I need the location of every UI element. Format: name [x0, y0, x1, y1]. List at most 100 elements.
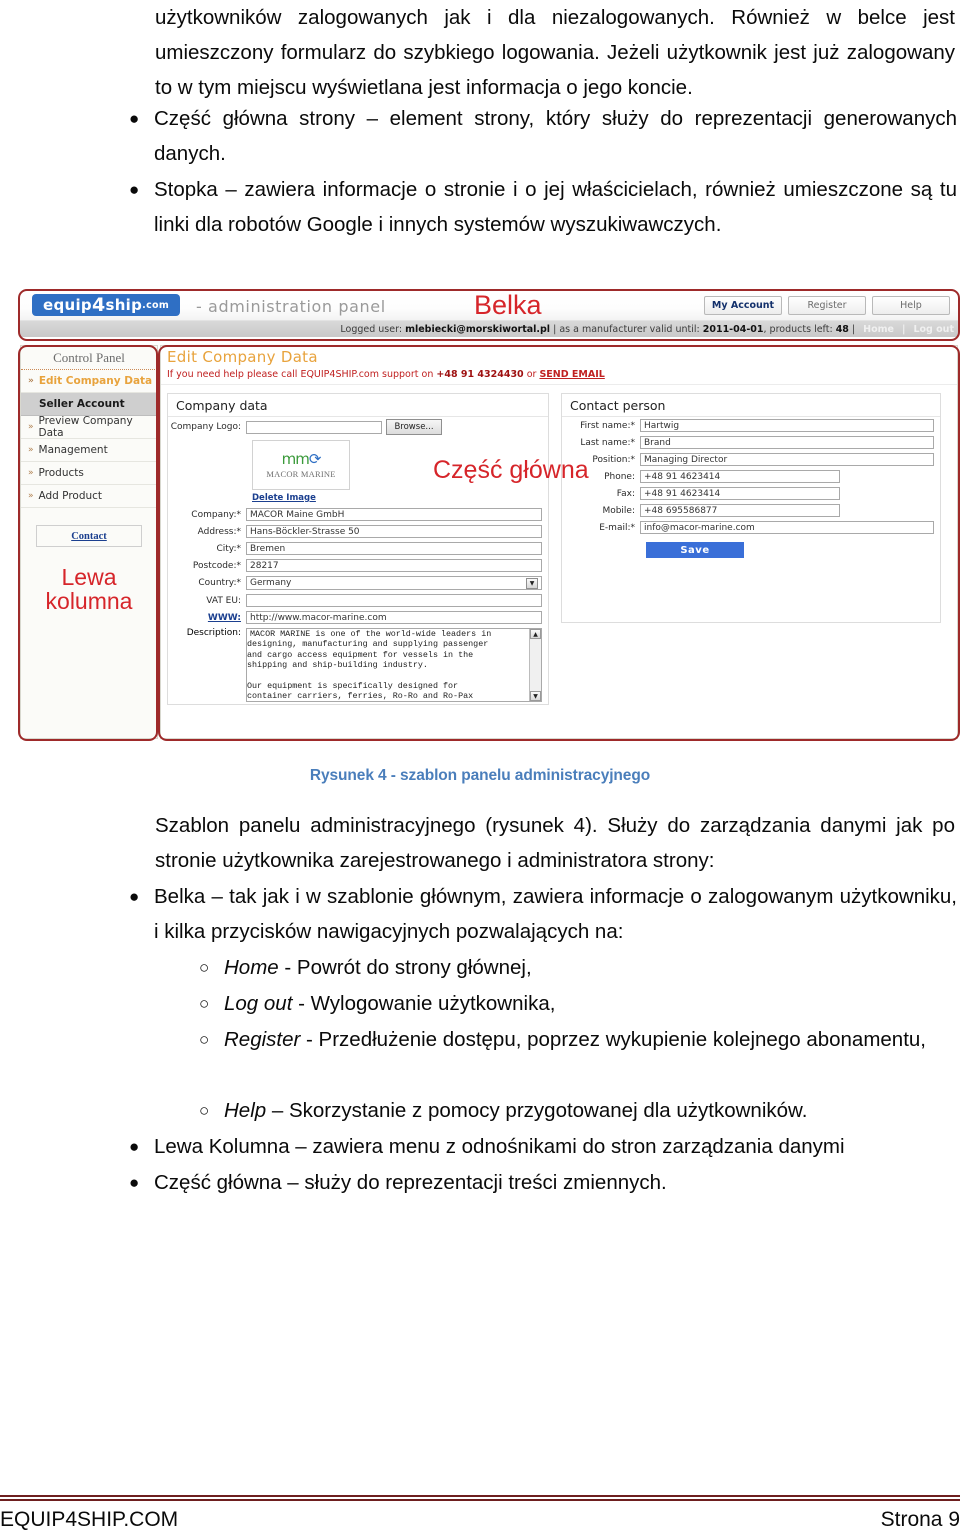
left-column-menu: Control Panel » Edit Company Data Seller…: [20, 345, 158, 739]
www-label-link[interactable]: WWW:: [168, 613, 246, 623]
company-data-legend: Company data: [168, 394, 548, 417]
description-value: MACOR MARINE is one of the world-wide le…: [247, 629, 492, 702]
logo-part2: 4: [91, 294, 106, 316]
field-label: VAT EU:: [206, 595, 241, 606]
address-input[interactable]: Hans-Böckler-Strasse 50: [246, 525, 542, 538]
browse-button[interactable]: Browse...: [386, 419, 442, 435]
annotation-label-lewa-kolumna: Lewa kolumna: [45, 564, 133, 615]
field-row-postcode: Postcode:* 28217: [168, 557, 548, 574]
field-row-mobile: Mobile: +48 695586877: [562, 502, 940, 519]
postcode-input[interactable]: 28217: [246, 559, 542, 572]
products-left-label: , products left:: [763, 323, 833, 335]
my-account-button[interactable]: My Account: [704, 296, 782, 315]
field-row-city: City:* Bremen: [168, 540, 548, 557]
home-link[interactable]: Home: [863, 324, 894, 335]
company-logo-input[interactable]: [246, 420, 382, 434]
phone-input[interactable]: +48 91 4623414: [640, 470, 840, 483]
field-label: Postcode:*: [192, 560, 241, 571]
logout-link[interactable]: Log out: [913, 324, 954, 335]
bullet-marker: ●: [129, 109, 140, 128]
field-row-phone: Phone: +48 91 4623414: [562, 468, 940, 485]
field-row-country: Country:* Germany ▼: [168, 574, 548, 592]
bullet-text: Część główna strony – element strony, kt…: [154, 107, 957, 165]
logged-user-statusbar: Logged user: mlebiecki@morskiwortal.pl |…: [20, 321, 958, 337]
help-button[interactable]: Help: [872, 296, 950, 315]
register-button[interactable]: Register: [788, 296, 866, 315]
scroll-up-icon[interactable]: ▲: [530, 629, 541, 639]
save-button[interactable]: Save: [646, 542, 744, 558]
validity-text: | as a manufacturer valid until:: [553, 323, 700, 335]
field-row-first-name: First name:* Hartwig: [562, 417, 940, 434]
scroll-down-icon[interactable]: ▼: [530, 691, 541, 701]
control-panel-heading: Control Panel: [21, 350, 157, 370]
paragraph-after-figure: Szablon panelu administracyjnego (rysune…: [155, 814, 955, 872]
sidebar-item-management[interactable]: » Management: [21, 439, 157, 462]
sidebar-item-label: Management: [38, 444, 108, 456]
field-label: Country:*: [198, 578, 241, 588]
www-input[interactable]: http://www.macor-marine.com: [246, 611, 542, 624]
first-name-input[interactable]: Hartwig: [640, 419, 934, 432]
vat-eu-input[interactable]: [246, 594, 542, 607]
last-name-input[interactable]: Brand: [640, 436, 934, 449]
sidebar-item-seller-account[interactable]: Seller Account: [21, 393, 157, 416]
country-select[interactable]: Germany ▼: [246, 576, 542, 590]
sidebar-item-add-product[interactable]: » Add Product: [21, 485, 157, 508]
sidebar-item-preview-company-data[interactable]: » Preview Company Data: [21, 415, 157, 439]
city-input[interactable]: Bremen: [246, 542, 542, 555]
chevron-right-icon: »: [28, 445, 34, 455]
field-row-position: Position:* Managing Director: [562, 451, 940, 468]
figure-admin-panel-screenshot: equip 4 ship .com - administration panel My…: [8, 287, 960, 743]
company-name-input[interactable]: MACOR Maine GmbH: [246, 508, 542, 521]
sub-bullet-text: Help – Skorzystanie z pomocy przygotowan…: [224, 1093, 960, 1128]
valid-until-date: 2011-04-01: [702, 323, 764, 335]
sub-bullet-item: ○ Register - Przedłużenie dostępu, poprz…: [0, 1022, 960, 1057]
help-or: or: [526, 369, 537, 380]
sub-bullet-text: Log out - Wylogowanie użytkownika,: [224, 986, 960, 1021]
bullet-marker: ●: [129, 887, 140, 906]
chevron-down-icon: ▼: [526, 577, 538, 589]
logo-dotcom: .com: [142, 299, 170, 311]
sidebar-item-products[interactable]: » Products: [21, 462, 157, 485]
email-input[interactable]: info@macor-marine.com: [640, 521, 934, 534]
bullet-item: ● Część główna – służy do reprezentacji …: [0, 1165, 960, 1200]
sidebar-item-edit-company-data[interactable]: » Edit Company Data: [21, 370, 157, 393]
position-input[interactable]: Managing Director: [640, 453, 934, 466]
field-row-vat: VAT EU:: [168, 592, 548, 609]
footer-divider: [0, 1495, 960, 1501]
field-row-email: E-mail:* info@macor-marine.com: [562, 519, 940, 536]
description-textarea[interactable]: MACOR MARINE is one of the world-wide le…: [246, 628, 542, 702]
field-label: First name:*: [580, 420, 635, 431]
mobile-input[interactable]: +48 695586877: [640, 504, 840, 517]
field-label: Address:*: [197, 526, 241, 537]
sub-bullet-item: ○ Log out - Wylogowanie użytkownika,: [0, 986, 960, 1021]
field-row-www: WWW: http://www.macor-marine.com: [168, 609, 548, 626]
bullet-marker: ●: [129, 1173, 140, 1192]
bullet-marker: ●: [129, 180, 140, 199]
description-scrollbar[interactable]: ▲ ▼: [529, 629, 541, 701]
field-row-description: Description: MACOR MARINE is one of the …: [168, 626, 548, 704]
contact-button[interactable]: Contact: [36, 525, 142, 547]
admin-panel-title: - administration panel: [196, 297, 386, 316]
company-logo-label: Company Logo:: [170, 422, 241, 432]
logged-user-prefix: Logged user:: [340, 323, 403, 335]
delete-image-link[interactable]: Delete Image: [252, 493, 548, 503]
sub-bullet-marker: ○: [199, 958, 210, 977]
edit-company-form: Company data Company Logo: Browse... mm⟳…: [161, 385, 957, 705]
bullet-item: ● Lewa Kolumna – zawiera menu z odnośnik…: [0, 1129, 960, 1164]
contact-person-legend: Contact person: [562, 394, 940, 417]
company-data-fieldset: Company data Company Logo: Browse... mm⟳…: [167, 393, 549, 705]
sub-bullet-desc: – Skorzystanie z pomocy przygotowanej dl…: [266, 1099, 808, 1122]
sub-bullet-desc: - Powrót do strony głównej,: [278, 956, 532, 979]
bullet-marker: ●: [129, 1137, 140, 1156]
sub-bullet-keyword: Help: [224, 1099, 267, 1122]
sub-bullet-text: Home - Powrót do strony głównej,: [224, 950, 960, 985]
send-email-link[interactable]: SEND EMAIL: [539, 369, 604, 380]
macor-marine-logo-icon: mm⟳: [281, 449, 322, 468]
page-footer: EQUIP4SHIP.COM Strona 9: [0, 1508, 960, 1532]
top-paragraph: użytkowników zalogowanych jak i dla niez…: [155, 6, 955, 99]
field-label: Company:*: [191, 509, 241, 520]
field-label: E-mail:*: [599, 522, 635, 533]
fax-input[interactable]: +48 91 4623414: [640, 487, 840, 500]
bullet-item: ● Część główna strony – element strony, …: [0, 101, 960, 171]
sub-bullet-text: Register - Przedłużenie dostępu, poprzez…: [224, 1022, 960, 1057]
